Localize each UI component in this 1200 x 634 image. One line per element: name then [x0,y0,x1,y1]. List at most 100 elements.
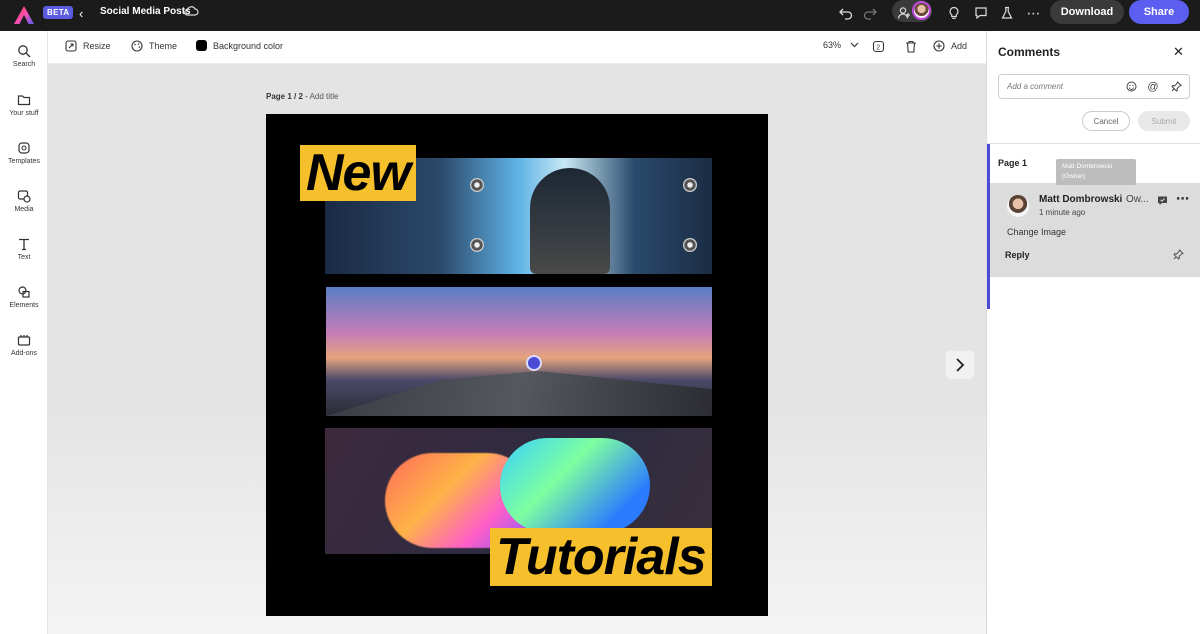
text-icon [19,238,29,251]
submit-button[interactable]: Submit [1138,111,1190,131]
speaker-graphic [470,238,484,252]
resize-button[interactable]: Resize [65,40,111,52]
headline-tutorials[interactable]: Tutorials [490,528,712,586]
left-rail: Search Your stuff Templates Media Text E… [0,31,48,634]
mention-icon[interactable]: @ [1147,81,1159,93]
rail-item-your-stuff[interactable]: Your stuff [0,93,48,117]
comments-title: Comments [998,45,1061,59]
theme-label: Theme [149,41,178,51]
comment-input-box[interactable]: @ [998,74,1190,99]
document-title[interactable]: Social Media Posts [100,6,191,17]
person-silhouette [530,168,610,274]
headline-new[interactable]: New [300,145,416,201]
elements-icon [18,286,30,298]
undo-icon[interactable] [836,3,856,23]
search-icon [18,45,31,58]
rail-label: Elements [9,302,39,309]
page-title-bar[interactable]: Page 1 / 2 - Add title [266,92,339,101]
folder-icon [17,95,31,106]
tooltip-name: Matt Dombrowski [1062,163,1113,170]
background-color-button[interactable]: Background color [196,40,283,51]
cloud-sync-icon[interactable] [183,4,199,18]
rail-label: Add-ons [10,350,38,357]
rail-item-templates[interactable]: Templates [0,141,48,165]
tooltip-role: (Owner) [1062,173,1086,180]
add-title-link[interactable]: Add title [310,92,339,101]
next-page-button[interactable] [946,351,974,379]
page-count-icon[interactable]: 2 [872,40,885,53]
resize-icon [65,40,77,52]
rail-item-search[interactable]: Search [0,44,48,68]
comment-pin-marker[interactable] [526,355,542,371]
commenter-avatar [1007,195,1029,217]
templates-icon [18,142,30,154]
rail-item-text[interactable]: Text [0,237,48,261]
reply-button[interactable]: Reply [1005,250,1030,260]
rail-label: Text [17,254,31,261]
comment-icon[interactable] [971,3,991,23]
close-icon[interactable]: ✕ [1173,44,1184,60]
speaker-graphic [683,178,697,192]
flask-icon[interactable] [997,3,1017,23]
image-highway-sunset[interactable] [326,287,712,416]
background-color-label: Background color [213,40,284,51]
zoom-value: 63% [823,40,842,50]
comment-thread[interactable]: Matt Dombrowski Ow... 1 minute ago ⋯ Cha… [990,183,1200,277]
comments-panel: Comments ✕ @ Cancel Submit Page 1 Matt D… [986,31,1200,634]
comment-author: Matt Dombrowski [1039,194,1123,205]
rail-item-elements[interactable]: Elements [0,285,48,309]
pin-icon[interactable] [1173,249,1184,263]
back-arrow-icon[interactable]: ‹ [79,6,83,21]
color-swatch [196,40,207,51]
emoji-icon[interactable] [1125,81,1137,93]
addons-icon [17,335,31,346]
author-tooltip: Matt Dombrowski (Owner) [1056,159,1136,185]
divider [987,143,1200,144]
comment-body: Change Image [1007,227,1067,237]
redo-icon[interactable] [860,3,880,23]
rail-label: Templates [8,158,40,165]
resolve-comment-icon[interactable] [1157,195,1168,209]
speaker-graphic [470,178,484,192]
media-icon [17,190,31,203]
page-indicator: Page 1 / 2 [266,92,303,101]
invite-icon[interactable] [894,3,914,23]
editor-toolbar: Resize Theme Background color 63% 2 Add [48,31,986,64]
download-button[interactable]: Download [1050,0,1124,24]
cancel-button[interactable]: Cancel [1082,111,1130,131]
palette-icon [131,40,143,52]
resize-label: Resize [83,41,111,51]
rail-item-add-ons[interactable]: Add-ons [0,333,48,357]
chevron-down-icon [850,40,859,50]
beta-badge: BETA [43,6,74,19]
rail-label: Your stuff [9,110,39,117]
speaker-graphic [683,238,697,252]
svg-text:2: 2 [876,44,880,51]
page-title-separator: - [302,92,310,101]
road-graphic [326,371,712,416]
chevron-right-icon [956,358,965,372]
top-bar: BETA ‹ Social Media Posts ⋯ Download Sha… [0,0,1200,31]
artboard[interactable]: New Tutorials [266,114,768,616]
rail-item-media[interactable]: Media [0,189,48,213]
plus-circle-icon [933,40,945,52]
pin-icon[interactable] [1170,81,1182,93]
add-page-button[interactable]: Add [933,40,967,52]
comment-timestamp: 1 minute ago [1039,208,1086,217]
comment-author-role: Ow... [1126,194,1149,205]
more-options-icon[interactable]: ⋯ [1024,3,1044,23]
rail-label: Media [14,206,34,213]
comment-more-icon[interactable]: ⋯ [1176,191,1189,207]
add-label: Add [951,41,968,51]
page-group-label: Page 1 [998,158,1028,168]
comment-input[interactable] [1007,79,1117,94]
zoom-dropdown[interactable]: 63% [823,40,859,50]
rail-label: Search [12,61,36,68]
lightbulb-icon[interactable] [944,3,964,23]
neon-cloud-graphic [500,438,650,533]
delete-icon[interactable] [905,40,917,53]
theme-button[interactable]: Theme [131,40,177,52]
user-avatar[interactable] [912,1,931,20]
adobe-express-logo[interactable] [13,5,35,25]
share-button[interactable]: Share [1129,0,1189,24]
